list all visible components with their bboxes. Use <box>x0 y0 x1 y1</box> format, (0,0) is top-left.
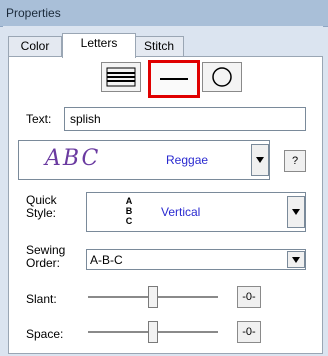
vertical-letter-c: C <box>125 216 133 226</box>
sewing-order-label: Sewing Order: <box>26 244 65 270</box>
slant-reset-button[interactable]: -0- <box>237 286 261 308</box>
font-help-button[interactable]: ? <box>284 150 306 172</box>
space-label: Space: <box>26 327 64 341</box>
text-input-value: splish <box>70 112 101 126</box>
stacked-lines-button[interactable] <box>101 62 141 92</box>
space-slider[interactable] <box>88 319 218 345</box>
quick-style-label: Quick Style: <box>26 194 57 220</box>
space-slider-thumb[interactable] <box>148 321 158 343</box>
font-help-label: ? <box>291 155 299 167</box>
vertical-letter-a: A <box>125 196 133 206</box>
font-dropdown-button[interactable] <box>251 144 269 176</box>
panel-title: Properties <box>6 6 61 20</box>
single-line-button[interactable] <box>148 60 200 98</box>
circle-icon <box>212 67 232 87</box>
quick-style-dropdown-button[interactable] <box>287 196 305 228</box>
quick-style-select[interactable]: A B C Vertical <box>86 192 306 232</box>
slant-reset-label: -0- <box>242 291 256 303</box>
vertical-letter-b: B <box>125 206 133 216</box>
slant-label: Slant: <box>26 292 57 306</box>
tab-letters[interactable]: Letters <box>62 33 136 58</box>
space-reset-button[interactable]: -0- <box>237 321 261 343</box>
slant-slider[interactable] <box>88 284 218 310</box>
vertical-letters-icon: A B C <box>123 196 135 226</box>
single-line-icon <box>160 78 188 80</box>
font-name: Reggae <box>166 153 209 167</box>
sewing-order-value: A-B-C <box>90 253 123 267</box>
tab-stitch[interactable]: Stitch <box>134 36 184 56</box>
chevron-down-icon <box>256 157 264 163</box>
circle-button[interactable] <box>202 62 242 92</box>
sewing-order-select[interactable]: A-B-C <box>86 249 306 270</box>
sewing-order-label-line2: Order: <box>26 256 61 270</box>
text-label: Text: <box>26 112 52 126</box>
panel-title-bar: Properties <box>0 0 328 27</box>
chevron-down-icon <box>292 256 300 263</box>
font-select[interactable]: ABC Reggae <box>18 140 270 180</box>
slant-slider-thumb[interactable] <box>148 286 158 308</box>
sewing-order-dropdown-button[interactable] <box>287 251 305 268</box>
font-preview: ABC <box>45 146 101 171</box>
space-reset-label: -0- <box>242 326 256 338</box>
quick-style-label-line2: Style: <box>26 206 57 220</box>
chevron-down-icon <box>292 209 300 215</box>
tab-color[interactable]: Color <box>8 36 62 56</box>
stacked-lines-icon <box>106 67 136 87</box>
quick-style-value: Vertical <box>161 205 201 219</box>
text-input[interactable]: splish <box>64 107 306 131</box>
